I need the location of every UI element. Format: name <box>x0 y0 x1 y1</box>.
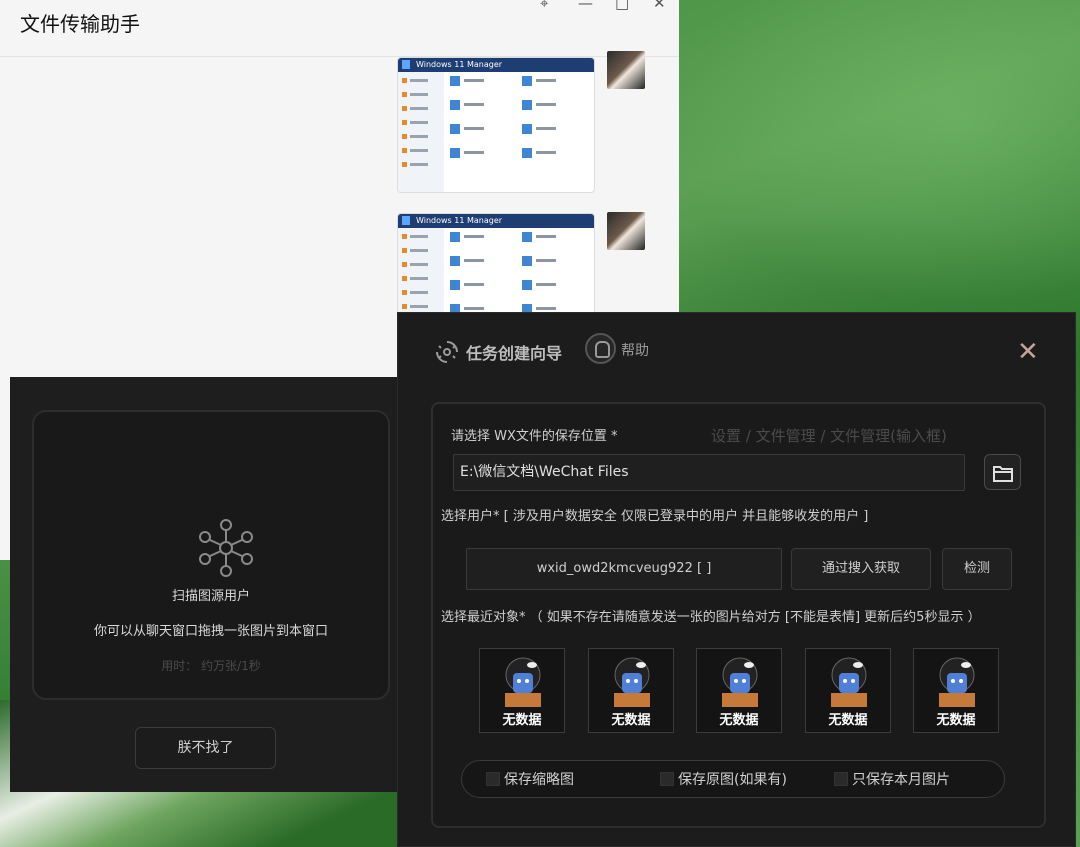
scan-panel: 扫描图源用户 你可以从聊天窗口拖拽一张图片到本窗口 用时： 约万张/1秒 朕不找… <box>10 377 398 792</box>
no-data-label: 无数据 <box>502 713 542 728</box>
save-location-label: 请选择 WX文件的保存位置 * <box>451 429 618 444</box>
wxid-field[interactable]: wxid_owd2kmcveug922 [ ] <box>466 548 782 590</box>
path-hint: 设置 / 文件管理 / 文件管理(输入框) <box>711 427 947 445</box>
task-wizard-dialog: 任务创建向导 帮助 ✕ 请选择 WX文件的保存位置 * 设置 / 文件管理 / … <box>397 312 1076 847</box>
option-label: 只保存本月图片 <box>852 772 950 788</box>
recent-contact-item[interactable]: 无数据 <box>913 648 999 733</box>
option-label: 保存原图(如果有) <box>678 772 787 788</box>
wizard-logo-icon <box>436 341 458 363</box>
maximize-icon[interactable]: □ <box>615 0 629 12</box>
thumb-title: Windows 11 Manager <box>416 216 503 225</box>
wizard-title: 任务创建向导 <box>466 344 563 363</box>
recent-contact-item[interactable]: 无数据 <box>588 648 674 733</box>
close-icon[interactable]: ✕ <box>1017 339 1039 365</box>
mascot-placeholder-icon <box>831 657 867 707</box>
no-data-label: 无数据 <box>719 713 759 728</box>
thumb-titlebar: Windows 11 Manager <box>398 214 594 228</box>
chat-image-message[interactable]: Windows 11 Manager <box>397 213 595 323</box>
checkbox[interactable] <box>660 772 674 786</box>
no-data-label: 无数据 <box>936 713 976 728</box>
checkbox[interactable] <box>834 772 848 786</box>
option-save-original[interactable]: 保存原图(如果有) <box>660 769 787 789</box>
recent-contact-item[interactable]: 无数据 <box>479 648 565 733</box>
option-save-thumbnail[interactable]: 保存缩略图 <box>486 769 574 789</box>
wizard-body: 请选择 WX文件的保存位置 * 设置 / 文件管理 / 文件管理(输入框) E:… <box>431 402 1046 828</box>
mascot-placeholder-icon <box>722 657 758 707</box>
recent-contact-item[interactable]: 无数据 <box>696 648 782 733</box>
no-data-label: 无数据 <box>828 713 868 728</box>
drop-zone[interactable]: 扫描图源用户 你可以从聊天窗口拖拽一张图片到本窗口 用时： 约万张/1秒 <box>32 410 390 700</box>
detect-button[interactable]: 检测 <box>942 548 1012 590</box>
thumb-title: Windows 11 Manager <box>416 60 503 69</box>
folder-icon <box>993 466 1013 482</box>
mascot-placeholder-icon <box>505 657 541 707</box>
app-icon <box>402 60 410 69</box>
search-fetch-button[interactable]: 通过搜入获取 <box>791 548 931 590</box>
mascot-placeholder-icon <box>614 657 650 707</box>
cant-find-button[interactable]: 朕不找了 <box>135 727 276 769</box>
avatar[interactable] <box>607 212 645 250</box>
option-label: 保存缩略图 <box>504 772 574 788</box>
no-data-label: 无数据 <box>611 713 651 728</box>
save-options-bar: 保存缩略图 保存原图(如果有) 只保存本月图片 <box>461 760 1005 798</box>
thumb-titlebar: Windows 11 Manager <box>398 58 594 72</box>
app-icon <box>402 216 410 225</box>
thumb-sidebar <box>398 72 444 192</box>
chat-title: 文件传输助手 <box>20 12 140 36</box>
recent-label: 选择最近对象* （ 如果不存在请随意发送一张的图片给对方 [不能是表情] 更新后… <box>441 610 981 625</box>
thumb-sidebar <box>398 228 444 322</box>
help-icon[interactable] <box>585 333 616 364</box>
recent-contact-item[interactable]: 无数据 <box>805 648 891 733</box>
scan-title: 扫描图源用户 <box>171 589 250 604</box>
mascot-placeholder-icon <box>939 657 975 707</box>
scan-time: 用时： 约万张/1秒 <box>161 659 261 673</box>
chat-image-message[interactable]: Windows 11 Manager <box>397 57 595 193</box>
network-hub-icon <box>199 519 253 577</box>
browse-folder-button[interactable] <box>984 454 1021 490</box>
save-path-field[interactable]: E:\微信文档\WeChat Files <box>453 454 965 491</box>
checkbox[interactable] <box>486 772 500 786</box>
user-label: 选择用户* [ 涉及用户数据安全 仅限已登录中的用户 并且能够收发的用户 ] <box>441 509 869 524</box>
wechat-header: 文件传输助手 ⌖ — □ ✕ <box>0 0 679 57</box>
avatar[interactable] <box>607 51 645 89</box>
wizard-header: 任务创建向导 帮助 ✕ <box>398 313 1075 387</box>
scan-description: 你可以从聊天窗口拖拽一张图片到本窗口 <box>93 624 328 639</box>
minimize-icon[interactable]: — <box>578 0 593 12</box>
recent-contacts-list: 无数据 无数据 无数据 无数据 无数据 <box>479 648 999 734</box>
close-icon[interactable]: ✕ <box>653 0 666 12</box>
help-link[interactable]: 帮助 <box>621 340 649 360</box>
pin-icon[interactable]: ⌖ <box>540 0 548 12</box>
option-this-month-only[interactable]: 只保存本月图片 <box>834 769 950 789</box>
